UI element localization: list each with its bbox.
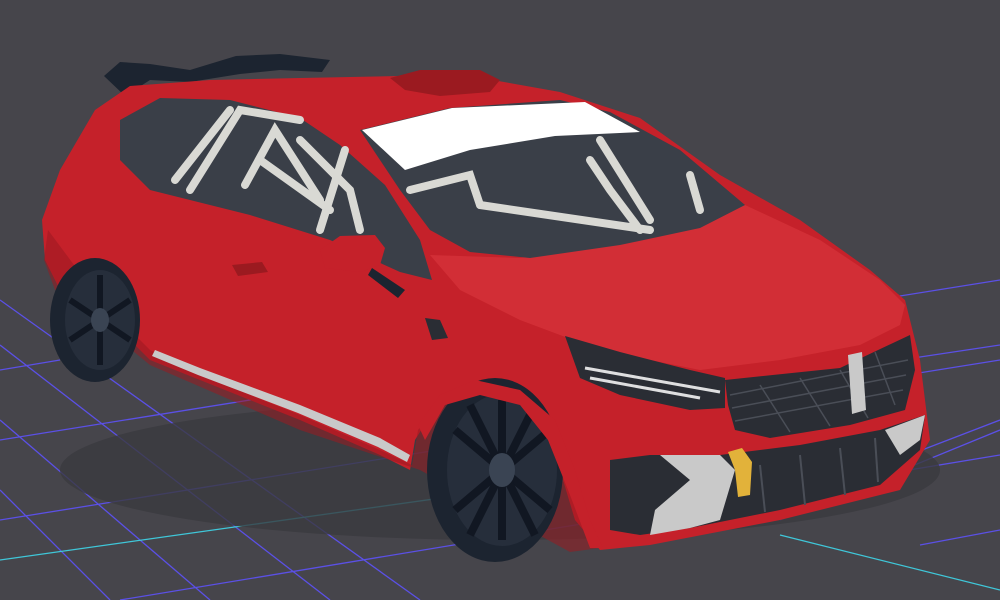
grid-axis-z xyxy=(779,534,1000,591)
car-model[interactable] xyxy=(42,54,940,562)
grid-line xyxy=(919,529,1000,546)
front-wheel xyxy=(427,378,563,562)
3d-viewport[interactable] xyxy=(0,0,1000,600)
scene-canvas[interactable] xyxy=(0,0,1000,600)
grid-line xyxy=(0,489,111,600)
rear-wheel xyxy=(50,258,140,382)
